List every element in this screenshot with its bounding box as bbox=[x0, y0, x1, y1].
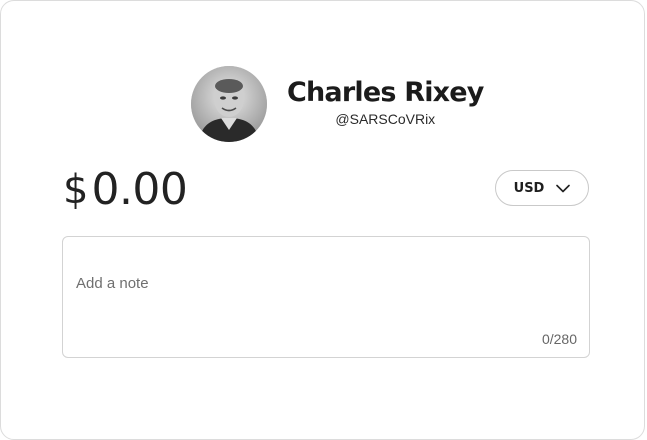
avatar bbox=[191, 66, 267, 142]
chevron-down-icon bbox=[556, 184, 571, 193]
currency-selector-button[interactable]: USD bbox=[495, 170, 589, 206]
currency-code: USD bbox=[513, 180, 545, 196]
recipient-profile: Charles Rixey @SARSCoVRix bbox=[191, 65, 484, 143]
payment-card: Charles Rixey @SARSCoVRix $ 0.00 USD 0/2… bbox=[0, 0, 645, 440]
avatar-photo bbox=[191, 66, 267, 142]
recipient-name: Charles Rixey bbox=[287, 77, 484, 108]
note-field-container: 0/280 bbox=[62, 236, 590, 358]
recipient-identity: Charles Rixey @SARSCoVRix bbox=[287, 77, 484, 127]
currency-symbol: $ bbox=[63, 167, 89, 213]
recipient-handle: @SARSCoVRix bbox=[335, 111, 436, 127]
amount-display[interactable]: $ 0.00 bbox=[63, 164, 188, 216]
amount-value[interactable]: 0.00 bbox=[91, 164, 187, 216]
note-character-counter: 0/280 bbox=[541, 331, 577, 347]
note-input[interactable] bbox=[76, 275, 576, 325]
